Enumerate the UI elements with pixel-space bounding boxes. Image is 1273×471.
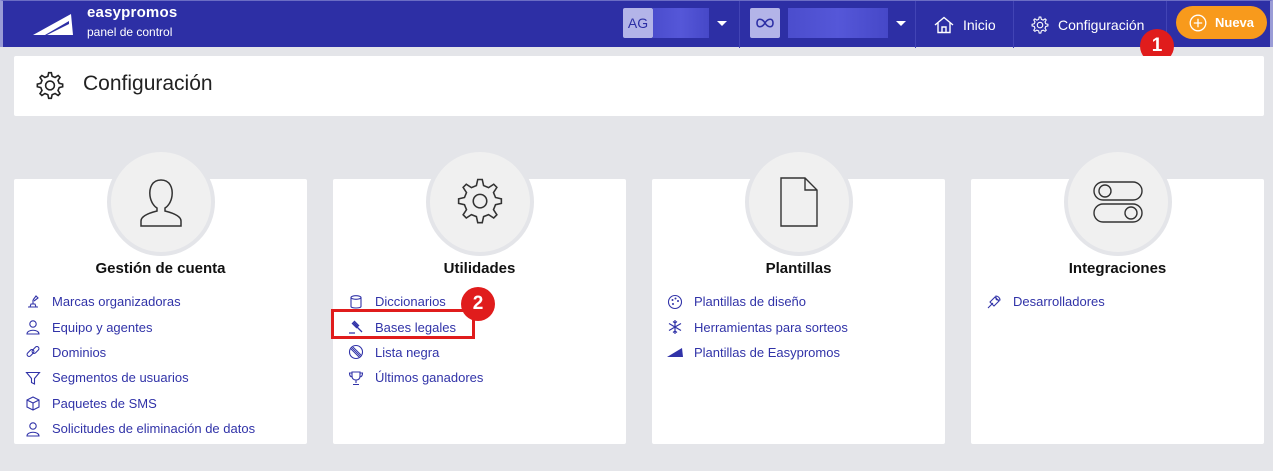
link-label: Plantillas de diseño — [694, 294, 807, 310]
chevron-down-icon — [896, 20, 906, 26]
link-developers[interactable]: Desarrolladores — [985, 289, 1105, 314]
divider — [915, 1, 916, 48]
promotion-name-redacted — [788, 8, 888, 38]
link-blacklist[interactable]: Lista negra — [347, 340, 483, 365]
link-label: Lista negra — [375, 344, 440, 360]
easypromos-logo-icon — [666, 344, 684, 360]
filter-icon — [24, 370, 42, 386]
link-label: Diccionarios — [375, 294, 446, 310]
link-chain-icon — [24, 344, 42, 360]
link-label: Equipo y agentes — [52, 319, 153, 335]
user-outline-icon — [24, 421, 42, 437]
plus-circle-icon — [1189, 14, 1207, 31]
card-account-management: Gestión de cuenta Marcas organizadoras E… — [14, 148, 307, 444]
nav-home-label: Inicio — [963, 16, 996, 33]
card-title: Integraciones — [1068, 260, 1167, 277]
link-domains[interactable]: Dominios — [24, 340, 255, 365]
top-navbar: easypromos panel de control AG Inicio Co… — [0, 0, 1273, 48]
highlight-box — [331, 309, 475, 339]
infinity-icon — [750, 8, 780, 38]
card-title: Utilidades — [443, 260, 516, 277]
trophy-icon — [347, 370, 365, 386]
promotion-switcher[interactable] — [750, 8, 906, 38]
nav-settings-label: Configuración — [1058, 16, 1145, 33]
new-promotion-button[interactable]: Nueva — [1176, 6, 1267, 39]
new-button-label: Nueva — [1214, 15, 1255, 30]
link-label: Plantillas de Easypromos — [694, 344, 840, 360]
brand-subtitle: panel de control — [87, 25, 173, 39]
link-label: Dominios — [52, 344, 107, 360]
organization-avatar: AG — [623, 8, 653, 38]
palette-icon — [666, 294, 684, 310]
package-icon — [24, 395, 42, 411]
settings-gear-icon — [36, 71, 64, 100]
brand-stamp-icon — [24, 294, 42, 310]
page-title: Configuración — [83, 72, 213, 95]
link-label: Solicitudes de eliminación de datos — [52, 421, 256, 437]
link-label: Herramientas para sorteos — [694, 319, 848, 335]
link-label: Marcas organizadoras — [52, 294, 181, 310]
developer-tool-icon — [985, 294, 1003, 310]
nav-settings-link[interactable]: Configuración — [1030, 1, 1144, 48]
toggles-icon — [1064, 148, 1172, 256]
account-links-list: Marcas organizadoras Equipo y agentes Do… — [24, 289, 255, 441]
link-user-segments[interactable]: Segmentos de usuarios — [24, 365, 255, 390]
link-latest-winners[interactable]: Últimos ganadores — [347, 365, 483, 390]
link-label: Segmentos de usuarios — [52, 370, 189, 386]
link-label: Desarrolladores — [1013, 294, 1105, 310]
snowflake-icon — [666, 319, 684, 335]
nav-home-link[interactable]: Inicio — [933, 1, 996, 48]
card-title: Plantillas — [765, 260, 832, 277]
card-templates: Plantillas Plantillas de diseño Herramie… — [652, 148, 945, 444]
divider — [1013, 1, 1014, 48]
user-icon — [107, 148, 215, 256]
link-data-deletion-requests[interactable]: Solicitudes de eliminación de datos — [24, 416, 255, 441]
cog-icon — [426, 148, 534, 256]
card-integrations: Integraciones Desarrolladores — [971, 148, 1264, 444]
divider — [739, 1, 740, 48]
link-organizing-brands[interactable]: Marcas organizadoras — [24, 289, 255, 314]
integrations-links-list: Desarrolladores — [985, 289, 1105, 314]
home-icon — [934, 16, 954, 33]
organization-name-redacted — [653, 8, 709, 38]
link-label: Últimos ganadores — [375, 370, 484, 386]
brand-name[interactable]: easypromos — [87, 4, 177, 21]
database-icon — [347, 294, 365, 310]
easypromos-logo-icon[interactable] — [31, 11, 75, 37]
document-icon — [745, 148, 853, 256]
page-header: Configuración — [14, 56, 1264, 116]
gear-icon — [1031, 16, 1049, 34]
link-team-agents[interactable]: Equipo y agentes — [24, 314, 255, 339]
link-sms-packages[interactable]: Paquetes de SMS — [24, 391, 255, 416]
templates-links-list: Plantillas de diseño Herramientas para s… — [666, 289, 848, 365]
card-title: Gestión de cuenta — [95, 260, 226, 277]
organization-switcher[interactable]: AG — [623, 8, 727, 38]
user-outline-icon — [24, 319, 42, 335]
ban-icon — [347, 344, 365, 360]
link-draw-tools[interactable]: Herramientas para sorteos — [666, 314, 848, 339]
link-design-templates[interactable]: Plantillas de diseño — [666, 289, 848, 314]
step-marker-2: 2 — [461, 287, 495, 321]
link-label: Paquetes de SMS — [52, 395, 157, 411]
chevron-down-icon — [717, 20, 727, 26]
link-easypromos-templates[interactable]: Plantillas de Easypromos — [666, 340, 848, 365]
